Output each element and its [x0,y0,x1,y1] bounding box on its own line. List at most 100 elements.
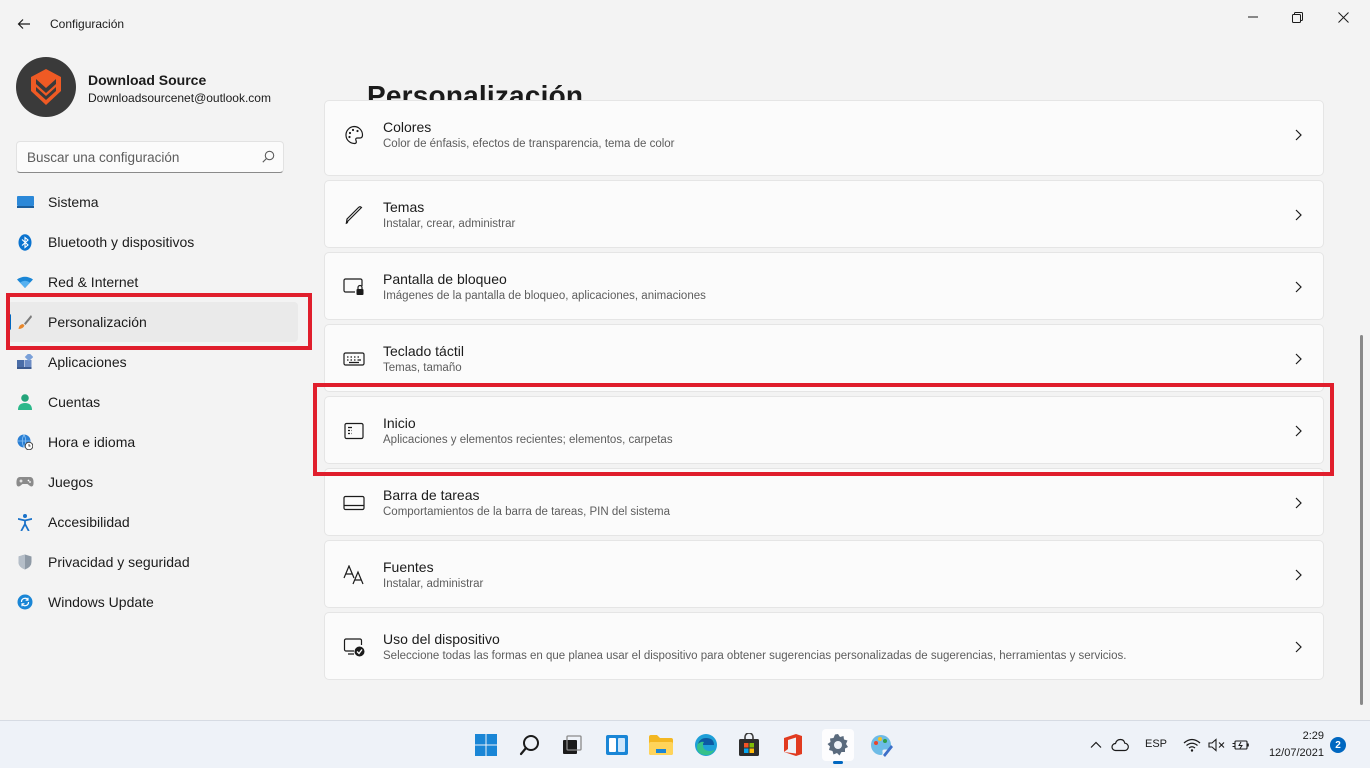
search-placeholder: Buscar una configuración [27,150,180,165]
arrow-left-icon [17,19,30,29]
scrollbar[interactable] [1360,335,1363,705]
user-profile[interactable]: Download Source Downloadsourcenet@outloo… [16,57,306,117]
sidebar-item-bluetooth[interactable]: Bluetooth y dispositivos [8,222,298,262]
apps-icon [16,353,34,371]
language-indicator[interactable]: ESP [1145,738,1167,750]
minimize-button[interactable] [1230,6,1276,28]
card-title: Temas [383,199,425,215]
profile-email: Downloadsourcenet@outlook.com [88,91,271,105]
chevron-right-icon [1295,353,1302,365]
lock-screen-icon [342,275,366,299]
sidebar-item-label: Sistema [48,194,99,210]
card-title: Barra de tareas [383,487,480,503]
settings-icon [827,734,848,756]
card-subtitle: Temas, tamaño [383,362,462,374]
sidebar-item-label: Accesibilidad [48,514,130,530]
sidebar-item-label: Aplicaciones [48,354,127,370]
close-button[interactable] [1320,6,1366,28]
close-icon [1337,11,1349,23]
back-button[interactable] [12,12,36,36]
sidebar-item-label: Hora e idioma [48,434,136,450]
taskbar-task-view-button[interactable] [556,729,588,761]
card-title: Pantalla de bloqueo [383,271,507,287]
taskbar-widgets-button[interactable] [601,729,633,761]
card-fuentes[interactable]: Fuentes Instalar, administrar [324,540,1324,608]
sidebar-item-accesibilidad[interactable]: Accesibilidad [8,502,298,542]
taskbar-edge-button[interactable] [690,729,722,761]
sidebar-item-label: Juegos [48,474,94,490]
keyboard-icon [342,347,366,371]
app-title: Configuración [50,17,125,31]
windows-start-icon [475,734,497,756]
sidebar-item-privacidad[interactable]: Privacidad y seguridad [8,542,298,582]
widgets-icon [606,735,628,755]
sidebar-item-cuentas[interactable]: Cuentas [8,382,298,422]
sidebar-nav: Sistema Bluetooth y dispositivos Red & I… [8,182,298,622]
taskbar-start-button[interactable] [470,729,502,761]
card-temas[interactable]: Temas Instalar, crear, administrar [324,180,1324,248]
tray-onedrive-button[interactable] [1111,736,1129,754]
chevron-right-icon [1295,129,1302,141]
taskbar-search-button[interactable] [514,729,546,761]
card-title: Teclado táctil [383,343,464,359]
file-explorer-icon [649,735,673,755]
search-icon [519,735,539,756]
download-source-logo-icon [31,69,61,105]
avatar [16,57,76,117]
card-pantalla-bloqueo[interactable]: Pantalla de bloqueo Imágenes de la panta… [324,252,1324,320]
shield-icon [16,553,34,571]
card-subtitle: Color de énfasis, efectos de transparenc… [383,138,675,150]
font-icon [342,563,366,587]
sidebar-item-label: Red & Internet [48,274,139,290]
system-icon [16,193,34,211]
sidebar-item-windows-update[interactable]: Windows Update [8,582,298,622]
tray-volume-button[interactable] [1208,736,1226,754]
card-colores[interactable]: Colores Color de énfasis, efectos de tra… [324,100,1324,176]
cloud-icon [1111,738,1129,752]
palette-icon [342,123,366,147]
chevron-right-icon [1295,641,1302,653]
card-title: Fuentes [383,559,434,575]
search-icon [262,150,275,163]
tray-overflow-button[interactable] [1087,736,1105,754]
restore-icon [1291,11,1303,23]
tray-battery-button[interactable] [1232,736,1250,754]
card-title: Uso del dispositivo [383,631,500,647]
sidebar-item-juegos[interactable]: Juegos [8,462,298,502]
taskbar-icon [342,491,366,515]
taskbar-paint-button[interactable] [865,729,897,761]
sidebar-item-hora[interactable]: Hora e idioma [8,422,298,462]
taskbar-settings-button[interactable] [822,729,854,764]
sidebar-item-sistema[interactable]: Sistema [8,182,298,222]
taskbar-store-button[interactable] [733,729,765,761]
volume-muted-icon [1208,738,1225,752]
clock-date[interactable]: 12/07/2021 [1262,747,1324,759]
restore-button[interactable] [1274,6,1320,28]
taskbar-office-button[interactable] [777,729,809,761]
highlight-box-personalizacion [6,293,312,350]
sidebar-item-label: Windows Update [48,594,154,610]
clock-time[interactable]: 2:29 [1268,730,1324,742]
card-uso-dispositivo[interactable]: Uso del dispositivo Seleccione todas las… [324,612,1324,680]
sidebar-item-label: Bluetooth y dispositivos [48,234,195,250]
chevron-up-icon [1090,741,1102,748]
wifi-icon [16,273,34,291]
search-input[interactable]: Buscar una configuración [16,141,284,173]
tray-network-button[interactable] [1183,736,1201,754]
taskbar-file-explorer-button[interactable] [645,729,677,761]
minimize-icon [1248,16,1258,18]
card-teclado-tactil[interactable]: Teclado táctil Temas, tamaño [324,324,1324,392]
card-title: Colores [383,119,432,135]
device-usage-icon [342,635,366,659]
bluetooth-icon [16,233,34,251]
card-subtitle: Instalar, administrar [383,578,484,590]
sidebar-item-label: Privacidad y seguridad [48,554,190,570]
pen-icon [342,203,366,227]
card-subtitle: Seleccione todas las formas en que plane… [383,650,1127,662]
card-barra-tareas[interactable]: Barra de tareas Comportamientos de la ba… [324,468,1324,536]
paint-icon [871,735,893,757]
chevron-right-icon [1295,209,1302,221]
profile-name: Download Source [88,72,207,88]
accessibility-icon [16,513,34,531]
notification-badge[interactable]: 2 [1330,737,1346,753]
